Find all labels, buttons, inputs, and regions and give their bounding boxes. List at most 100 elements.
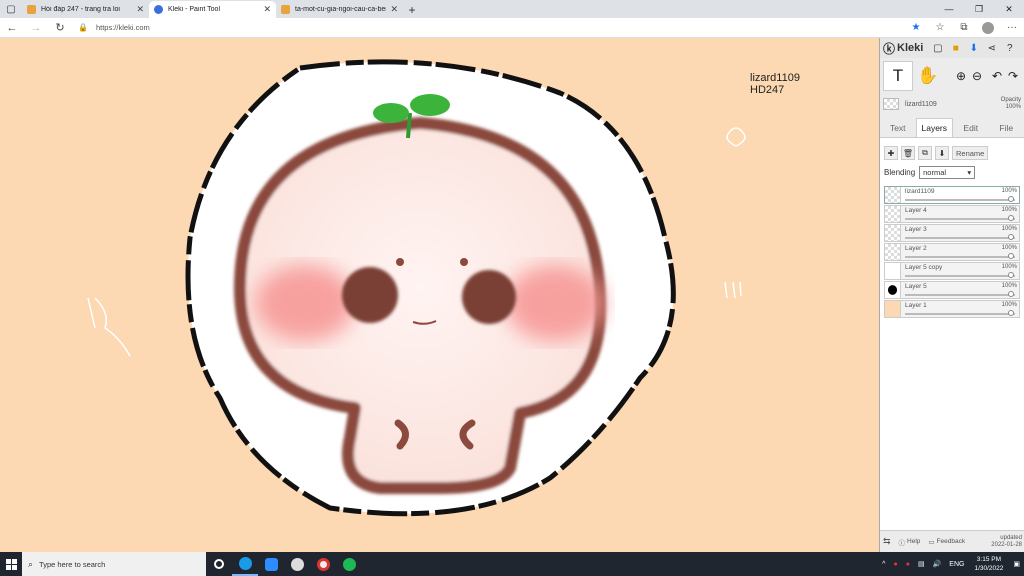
tab-edit[interactable]: Edit: [953, 118, 989, 137]
clock[interactable]: 3:15 PM 1/30/2022: [974, 555, 1003, 573]
tray-app-icon[interactable]: ●: [906, 561, 910, 568]
layer-item[interactable]: Layer 5 copy 100%: [884, 262, 1020, 280]
logo-text: Kleki: [897, 42, 924, 54]
close-tab-icon[interactable]: ✕: [136, 4, 144, 15]
layer-opacity-slider[interactable]: [905, 291, 1015, 297]
layer-thumbnail: [885, 282, 901, 298]
updated-date: 2022-01-28: [991, 541, 1022, 548]
slider-knob[interactable]: [1008, 215, 1014, 221]
tab-layers[interactable]: Layers: [915, 118, 953, 137]
help-icon[interactable]: ?: [1003, 42, 1016, 55]
profile-avatar[interactable]: [982, 21, 994, 34]
delete-layer-icon[interactable]: 🗑: [901, 146, 915, 160]
layer-opacity-slider[interactable]: [905, 196, 1015, 202]
lock-icon: 🔒: [78, 23, 88, 32]
layer-item[interactable]: Layer 2 100%: [884, 243, 1020, 261]
minimize-icon[interactable]: —: [934, 0, 964, 18]
sprout-stem: [406, 112, 412, 139]
show-hidden-icons-icon[interactable]: ^: [882, 561, 885, 568]
restore-icon[interactable]: ❐: [964, 0, 994, 18]
blending-select[interactable]: normal ▾: [919, 166, 976, 179]
layer-opacity-slider[interactable]: [905, 234, 1015, 240]
redo-icon[interactable]: ↷: [1005, 61, 1021, 91]
edge-browser-icon[interactable]: [232, 552, 258, 576]
task-view-icon[interactable]: [206, 552, 232, 576]
text-tool-button[interactable]: T: [883, 61, 913, 91]
share-icon[interactable]: ⋖: [985, 42, 998, 55]
open-folder-icon[interactable]: ■: [949, 42, 962, 55]
paint-app-icon[interactable]: [284, 552, 310, 576]
slider-knob[interactable]: [1008, 272, 1014, 278]
undo-icon[interactable]: ↶: [989, 61, 1005, 91]
swap-icon[interactable]: ⇆: [883, 536, 891, 547]
url-field[interactable]: 🔒 https://kleki.com: [78, 23, 904, 32]
layer-item[interactable]: Layer 3 100%: [884, 224, 1020, 242]
layer-item[interactable]: lizard1109 100%: [884, 186, 1020, 204]
favicon-icon: [27, 5, 36, 14]
volume-icon[interactable]: 🔊: [933, 560, 942, 568]
close-tab-icon[interactable]: ✕: [263, 4, 271, 15]
notifications-icon[interactable]: ▣: [1013, 560, 1020, 568]
browser-tab-1[interactable]: Kleki - Paint Tool ✕: [149, 1, 276, 18]
duplicate-layer-icon[interactable]: ⧉: [918, 146, 932, 160]
layer-item[interactable]: Layer 1 100%: [884, 300, 1020, 318]
layer-item[interactable]: Layer 5 100%: [884, 281, 1020, 299]
taskbar-search[interactable]: ⌕ Type here to search: [22, 552, 206, 576]
zoom-app-icon[interactable]: [258, 552, 284, 576]
rename-button[interactable]: Rename: [952, 146, 989, 160]
slider-knob[interactable]: [1008, 253, 1014, 259]
download-icon[interactable]: ⬇: [967, 42, 980, 55]
tab-text[interactable]: Text: [880, 118, 916, 137]
new-image-icon[interactable]: ▢: [931, 42, 944, 55]
slider-knob[interactable]: [1008, 291, 1014, 297]
browser-tab-2[interactable]: ta-mot-cu-gia-ngoi-cau-ca-ben ✕: [276, 1, 403, 18]
refresh-icon[interactable]: ↻: [48, 21, 72, 34]
tab-file[interactable]: File: [989, 118, 1024, 137]
blending-label: Blending: [884, 168, 916, 177]
zoom-out-icon[interactable]: ⊖: [969, 61, 985, 91]
close-tab-icon[interactable]: ✕: [390, 4, 398, 15]
layer-opacity-slider[interactable]: [905, 253, 1015, 259]
layer-opacity-slider[interactable]: [905, 215, 1015, 221]
tab-actions-icon[interactable]: ▢: [0, 0, 22, 18]
start-button[interactable]: [0, 552, 22, 576]
layer-list: lizard1109 100% Layer 4 100% Layer 3 100…: [884, 186, 1020, 318]
opacity-readout[interactable]: Opacity 100%: [1001, 97, 1021, 111]
spotify-icon[interactable]: [336, 552, 362, 576]
layers-pane: ✚ 🗑 ⧉ ⬇ Rename Blending normal ▾ lizard1…: [880, 138, 1024, 552]
brush-layer-name: lizard1109: [905, 100, 937, 108]
opacity-label: Opacity: [1000, 97, 1021, 103]
add-layer-icon[interactable]: ✚: [884, 146, 898, 160]
layer-opacity-slider[interactable]: [905, 310, 1015, 316]
drawing-canvas[interactable]: lizard1109 HD247: [0, 38, 879, 552]
heart-doodle: [726, 127, 746, 147]
zoom-in-icon[interactable]: ⊕: [953, 61, 969, 91]
clock-time: 3:15 PM: [976, 556, 1002, 563]
layer-opacity-slider[interactable]: [905, 272, 1015, 278]
network-icon[interactable]: ▤: [918, 560, 925, 568]
chrome-icon[interactable]: [310, 552, 336, 576]
back-icon[interactable]: ←: [0, 22, 24, 34]
feedback-button[interactable]: ▭ Feedback: [928, 538, 965, 546]
layer-item[interactable]: Layer 4 100%: [884, 205, 1020, 223]
layer-thumbnail: [885, 244, 901, 260]
merge-layer-icon[interactable]: ⬇: [935, 146, 949, 160]
slider-knob[interactable]: [1008, 234, 1014, 240]
close-window-icon[interactable]: ✕: [994, 0, 1024, 18]
brush-info-row: lizard1109 Opacity 100%: [880, 94, 1024, 114]
help-button[interactable]: ⓘ Help: [899, 537, 921, 547]
language-indicator[interactable]: ENG: [949, 561, 964, 568]
favorites-icon[interactable]: ☆: [928, 22, 952, 33]
slider-knob[interactable]: [1008, 310, 1014, 316]
browser-tab-0[interactable]: Hỏi đáp 247 - trang tra loi ✕: [22, 1, 149, 18]
hand-tool-button[interactable]: ✋: [913, 61, 943, 91]
tray-app-icon[interactable]: ●: [893, 561, 897, 568]
favorite-star-icon[interactable]: ★: [904, 22, 928, 33]
feedback-icon: ▭: [928, 538, 935, 546]
forward-icon[interactable]: →: [24, 22, 48, 34]
collections-icon[interactable]: ⧉: [952, 22, 976, 33]
layer-thumbnail: [885, 206, 901, 222]
more-menu-icon[interactable]: ···: [1000, 22, 1024, 33]
slider-knob[interactable]: [1008, 196, 1014, 202]
new-tab-button[interactable]: +: [403, 1, 421, 18]
